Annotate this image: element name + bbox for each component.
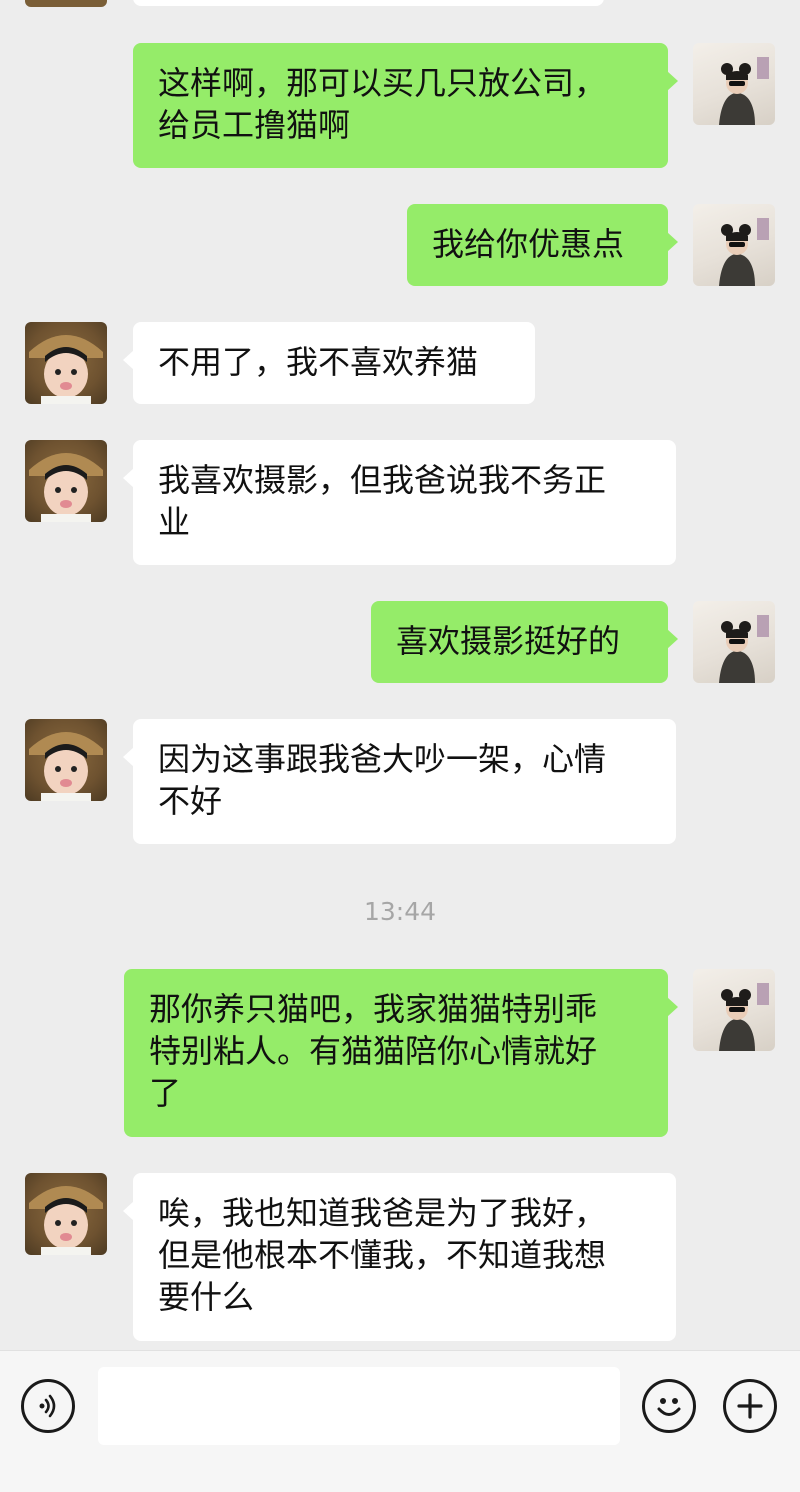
message-bubble[interactable]: 不用了，我不喜欢养猫: [123, 322, 535, 404]
input-bar: [0, 1350, 800, 1492]
message-bubble[interactable]: 那你养只猫吧，我家猫猫特别乖 特别粘人。有猫猫陪你心情就好 了: [124, 969, 678, 1137]
friend-avatar[interactable]: [25, 1173, 107, 1255]
friend-avatar[interactable]: [25, 322, 107, 404]
my-avatar[interactable]: [693, 43, 775, 125]
message-bubble[interactable]: 唉，我也知道我爸是为了我好， 但是他根本不懂我，不知道我想 要什么: [123, 1173, 676, 1341]
friend-avatar[interactable]: [25, 719, 107, 801]
friend-avatar[interactable]: [25, 0, 107, 7]
my-avatar[interactable]: [693, 969, 775, 1051]
message-bubble[interactable]: 因为这事跟我爸大吵一架，心情 不好: [123, 719, 676, 844]
my-avatar[interactable]: [693, 204, 775, 286]
friend-avatar[interactable]: [25, 440, 107, 522]
voice-icon[interactable]: [21, 1379, 75, 1433]
message-bubble[interactable]: 喜欢摄影挺好的: [371, 601, 678, 683]
emoji-icon[interactable]: [642, 1379, 696, 1433]
my-avatar[interactable]: [693, 601, 775, 683]
timestamp: 13:44: [363, 897, 437, 926]
chat-area: 这样啊，那可以买几只放公司， 给员工撸猫啊 我给你优惠点 不用了，我不喜欢养猫: [0, 0, 800, 1350]
message-bubble[interactable]: 这样啊，那可以买几只放公司， 给员工撸猫啊: [133, 43, 678, 168]
message-bubble[interactable]: 我给你优惠点: [407, 204, 678, 286]
message-bubble[interactable]: 我喜欢摄影，但我爸说我不务正 业: [123, 440, 676, 565]
message-bubble-partial: [133, 0, 604, 6]
plus-icon[interactable]: [723, 1379, 777, 1433]
message-input[interactable]: [98, 1367, 620, 1445]
